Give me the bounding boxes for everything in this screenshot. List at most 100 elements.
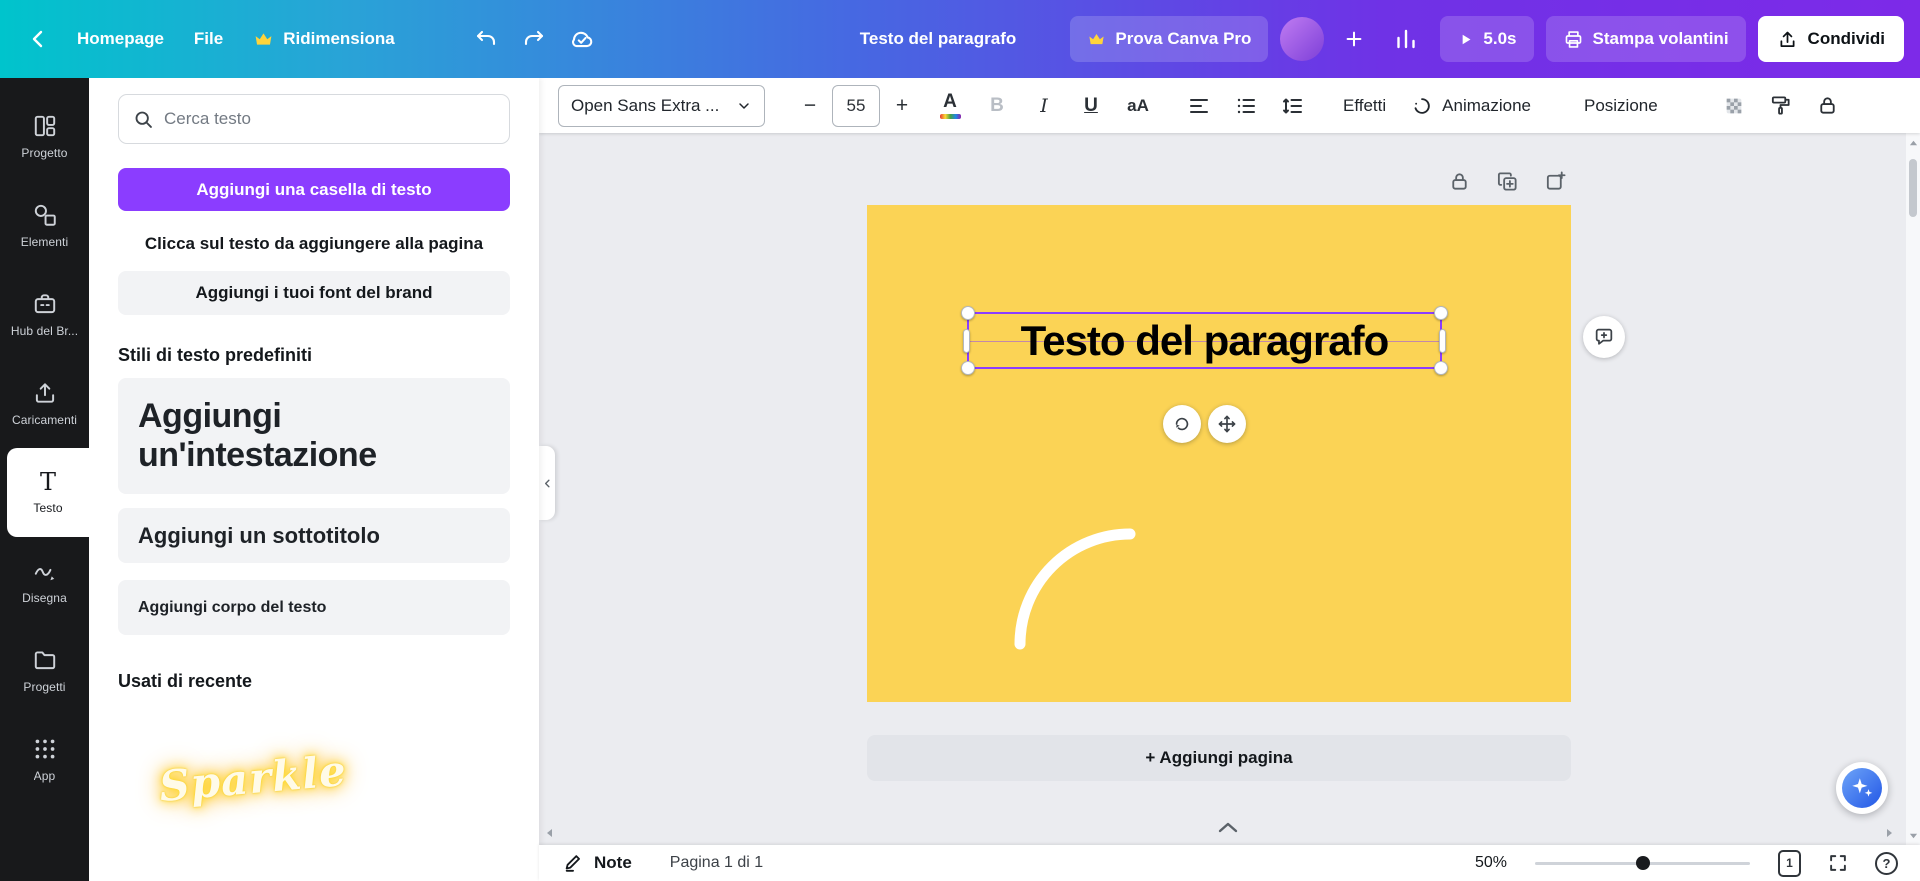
bullet-list-icon [1234,94,1258,118]
list-button[interactable] [1231,85,1261,127]
bar-chart-icon [1394,27,1418,51]
font-size-increase-button[interactable]: + [886,85,918,127]
position-button[interactable]: Posizione [1580,85,1662,127]
text-tool-icon: T [40,470,56,494]
duplicate-page-button[interactable] [1493,167,1521,195]
recent-text-style-sparkle[interactable]: Sparkle [157,746,348,811]
add-bodytext-card[interactable]: Aggiungi corpo del testo [118,580,510,635]
resize-handle-bottom-right[interactable] [1434,361,1448,375]
vertical-scrollbar[interactable] [1906,133,1920,845]
scroll-down-arrow[interactable] [1906,827,1920,843]
animation-button[interactable]: Animazione [1407,85,1535,127]
sidebar-item-caricamenti[interactable]: Caricamenti [0,359,89,448]
move-handle[interactable] [1208,405,1246,443]
alignment-button[interactable] [1184,85,1214,127]
resize-handle-top-left[interactable] [961,306,975,320]
font-size-decrease-button[interactable]: − [794,85,826,127]
add-page-button[interactable]: + Aggiungi pagina [867,735,1571,781]
collapse-bottom-button[interactable] [1216,820,1240,834]
search-icon [133,109,154,130]
notes-button[interactable]: Note [563,852,632,874]
bold-button[interactable]: B [982,85,1012,127]
sidebar-item-testo[interactable]: T Testo [7,448,89,537]
share-button[interactable]: Condividi [1758,16,1904,62]
transparency-button[interactable] [1719,85,1749,127]
sidebar-item-brand-hub[interactable]: Hub del Br... [0,270,89,359]
text-case-button[interactable]: aA [1123,85,1153,127]
sidebar-item-app[interactable]: App [0,715,89,804]
resize-handle-right[interactable] [1439,329,1446,353]
comment-plus-icon [1593,326,1615,348]
sidebar-item-progetti[interactable]: Progetti [0,626,89,715]
crown-icon [1087,30,1106,49]
scroll-up-arrow[interactable] [1906,135,1920,151]
search-input[interactable] [164,109,495,129]
paint-roller-icon [1769,94,1792,117]
brand-fonts-button[interactable]: Aggiungi i tuoi font del brand [118,271,510,315]
spacing-button[interactable] [1278,85,1308,127]
lock-button[interactable] [1813,85,1843,127]
hscroll-right-arrow[interactable] [1884,828,1894,838]
magic-assistant-button[interactable] [1836,762,1888,814]
add-page-icon-button[interactable] [1541,167,1569,195]
arc-curve-element[interactable] [1014,528,1136,652]
resize-handle-bottom-left[interactable] [961,361,975,375]
underline-button[interactable]: U [1076,85,1106,127]
font-family-select[interactable]: Open Sans Extra ... [558,85,765,127]
sidebar-item-elementi[interactable]: Elementi [0,181,89,270]
homepage-button[interactable]: Homepage [64,16,177,62]
grid-view-button[interactable]: 1 [1778,850,1801,877]
new-page-plus-icon [1544,170,1567,193]
file-menu-button[interactable]: File [181,16,236,62]
zoom-slider-thumb[interactable] [1636,856,1650,870]
add-heading-card[interactable]: Aggiungi un'intestazione [118,378,510,494]
resize-button[interactable]: Ridimensiona [240,16,407,62]
redo-button[interactable] [512,16,556,62]
design-page[interactable] [867,205,1571,702]
font-size-value[interactable]: 55 [832,85,880,127]
paragraph-text[interactable]: Testo del paragrafo [969,314,1440,367]
sidebar-item-progetto[interactable]: Progetto [0,92,89,181]
add-comment-button[interactable] [1583,316,1625,358]
add-member-button[interactable] [1336,16,1372,62]
effects-button[interactable]: Effetti [1339,85,1390,127]
sidebar: Progetto Elementi Hub del Br... Caricame… [0,78,89,881]
apps-grid-icon [32,736,58,762]
panel-collapse-button[interactable] [539,446,555,520]
share-upload-icon [1777,29,1798,50]
lock-icon [1816,94,1839,117]
line-spacing-icon [1281,94,1305,118]
print-flyers-button[interactable]: Stampa volantini [1546,16,1746,62]
undo-button[interactable] [464,16,508,62]
insights-button[interactable] [1384,16,1428,62]
scrollbar-thumb[interactable] [1909,159,1917,217]
expand-icon [1827,852,1849,874]
text-toolbar: Open Sans Extra ... − 55 + A B I U aA Ef… [539,78,1920,133]
italic-button[interactable]: I [1029,85,1059,127]
lock-page-button[interactable] [1445,167,1473,195]
rotate-handle[interactable] [1163,405,1201,443]
page-indicator[interactable]: Pagina 1 di 1 [670,854,763,872]
help-button[interactable]: ? [1875,852,1898,875]
text-color-button[interactable]: A [935,85,965,127]
selected-textbox[interactable]: Testo del paragrafo [967,312,1442,369]
sidebar-item-disegna[interactable]: Disegna [0,537,89,626]
present-duration-button[interactable]: 5.0s [1440,16,1533,62]
zoom-slider[interactable] [1535,853,1750,873]
add-textbox-button[interactable]: Aggiungi una casella di testo [118,168,510,211]
fullscreen-button[interactable] [1827,852,1849,874]
hscroll-left-arrow[interactable] [545,828,555,838]
add-subtitle-card[interactable]: Aggiungi un sottotitolo [118,508,510,563]
resize-handle-top-right[interactable] [1434,306,1448,320]
text-color-icon: A [940,92,961,119]
design-title[interactable]: Testo del paragrafo [860,29,1017,49]
rotate-icon [1172,414,1192,434]
search-box[interactable] [118,94,510,144]
resize-handle-left[interactable] [963,329,970,353]
avatar[interactable] [1280,17,1324,61]
back-button[interactable] [16,16,60,62]
copy-style-button[interactable] [1766,85,1796,127]
try-pro-button[interactable]: Prova Canva Pro [1070,16,1268,62]
sparkles-icon [1842,768,1882,808]
chevron-down-icon [736,98,752,114]
